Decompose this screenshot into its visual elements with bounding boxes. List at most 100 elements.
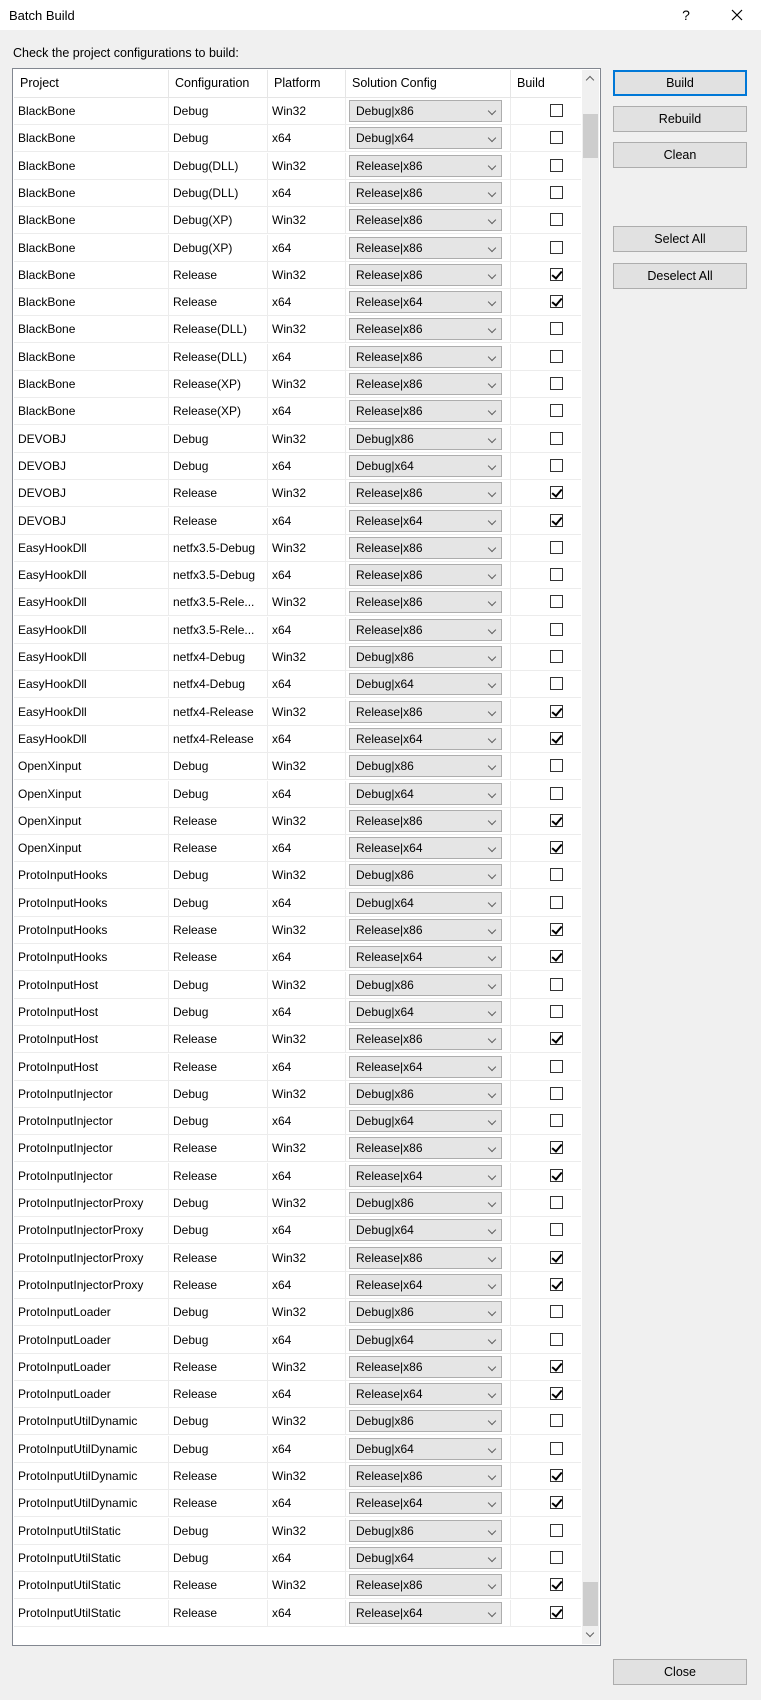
solution-config-dropdown[interactable]: Debug|x64 <box>349 1110 502 1133</box>
build-checkbox[interactable] <box>550 404 563 418</box>
solution-config-dropdown[interactable]: Debug|x64 <box>349 1328 502 1351</box>
table-row[interactable]: ProtoInputUtilDynamic Debug Win32 Debug|x86 <box>14 1408 581 1436</box>
table-row[interactable]: DEVOBJ Release x64 Release|x64 <box>14 507 581 535</box>
solution-config-dropdown[interactable]: Release|x64 <box>349 727 502 750</box>
table-row[interactable]: EasyHookDll netfx3.5-Debug Win32 Release|x8… <box>14 534 581 562</box>
build-checkbox[interactable] <box>550 731 563 745</box>
table-row[interactable]: OpenXinput Debug Win32 Debug|x86 <box>14 753 581 781</box>
table-row[interactable]: EasyHookDll netfx4-Debug x64 Debug|x64 <box>14 671 581 699</box>
table-row[interactable]: ProtoInputInjectorProxy Debug x64 Debug|x64 <box>14 1217 581 1245</box>
solution-config-dropdown[interactable]: Debug|x86 <box>349 1192 502 1214</box>
solution-config-dropdown[interactable]: Release|x64 <box>349 1055 502 1078</box>
table-row[interactable]: ProtoInputHost Debug x64 Debug|x64 <box>14 998 581 1026</box>
solution-config-dropdown[interactable]: Debug|x86 <box>349 1301 502 1324</box>
build-checkbox[interactable] <box>550 759 563 773</box>
solution-config-dropdown[interactable]: Release|x86 <box>349 1355 502 1378</box>
build-checkbox[interactable] <box>550 650 563 663</box>
build-checkbox[interactable] <box>550 1032 563 1046</box>
table-row[interactable]: ProtoInputHooks Debug x64 Debug|x64 <box>14 889 581 917</box>
table-row[interactable]: BlackBone Release(XP) Win32 Release|x86 <box>14 371 581 398</box>
build-checkbox[interactable] <box>550 1250 563 1264</box>
build-checkbox[interactable] <box>550 813 563 827</box>
table-row[interactable]: BlackBone Debug x64 Debug|x64 <box>14 125 581 153</box>
table-row[interactable]: ProtoInputUtilStatic Release Win32 Release|… <box>14 1572 581 1600</box>
build-checkbox[interactable] <box>550 677 563 691</box>
table-row[interactable]: ProtoInputUtilDynamic Release Win32 Release… <box>14 1463 581 1490</box>
table-row[interactable]: BlackBone Debug(DLL) Win32 Release|x86 <box>14 152 581 180</box>
table-row[interactable]: ProtoInputHost Debug Win32 Debug|x86 <box>14 971 581 999</box>
table-row[interactable]: ProtoInputUtilStatic Debug x64 Debug|x64 <box>14 1544 581 1572</box>
build-checkbox[interactable] <box>550 1523 563 1537</box>
table-row[interactable]: ProtoInputHooks Release x64 Release|x64 <box>14 944 581 972</box>
solution-config-dropdown[interactable]: Release|x64 <box>349 1273 502 1296</box>
build-checkbox[interactable] <box>550 841 563 855</box>
build-checkbox[interactable] <box>550 158 563 172</box>
table-row[interactable]: BlackBone Debug(XP) x64 Release|x86 <box>14 234 581 262</box>
build-checkbox[interactable] <box>550 950 563 964</box>
table-row[interactable]: EasyHookDll netfx4-Debug Win32 Debug|x86 <box>14 644 581 671</box>
select-all-button[interactable]: Select All <box>613 226 747 252</box>
build-checkbox[interactable] <box>550 1469 563 1482</box>
solution-config-dropdown[interactable]: Release|x86 <box>349 591 502 614</box>
column-header-platform[interactable]: Platform <box>268 70 346 97</box>
table-row[interactable]: ProtoInputInjector Debug Win32 Debug|x86 <box>14 1080 581 1108</box>
build-checkbox[interactable] <box>550 267 563 281</box>
build-checkbox[interactable] <box>550 1605 563 1619</box>
build-checkbox[interactable] <box>550 1414 563 1428</box>
solution-config-dropdown[interactable]: Debug|x86 <box>349 100 502 122</box>
build-checkbox[interactable] <box>550 1168 563 1182</box>
build-checkbox[interactable] <box>550 185 563 199</box>
table-row[interactable]: ProtoInputHooks Release Win32 Release|x86 <box>14 917 581 944</box>
solution-config-dropdown[interactable]: Debug|x86 <box>349 755 502 778</box>
solution-config-dropdown[interactable]: Debug|x86 <box>349 1519 502 1542</box>
solution-config-dropdown[interactable]: Release|x64 <box>349 1492 502 1515</box>
solution-config-dropdown[interactable]: Release|x86 <box>349 809 502 832</box>
solution-config-dropdown[interactable]: Release|x64 <box>349 509 502 532</box>
solution-config-dropdown[interactable]: Debug|x86 <box>349 427 502 450</box>
clean-button[interactable]: Clean <box>613 142 747 168</box>
build-checkbox[interactable] <box>550 104 563 117</box>
solution-config-dropdown[interactable]: Release|x86 <box>349 1574 502 1597</box>
solution-config-dropdown[interactable]: Release|x86 <box>349 318 502 341</box>
build-checkbox[interactable] <box>550 1059 563 1073</box>
solution-config-dropdown[interactable]: Release|x86 <box>349 154 502 177</box>
build-checkbox[interactable] <box>550 1004 563 1018</box>
solution-config-dropdown[interactable]: Release|x86 <box>349 345 502 368</box>
table-row[interactable]: EasyHookDll netfx4-Release Win32 Release|x8… <box>14 698 581 726</box>
column-header-configuration[interactable]: Configuration <box>169 70 268 97</box>
table-row[interactable]: BlackBone Release(DLL) x64 Release|x86 <box>14 343 581 371</box>
solution-config-dropdown[interactable]: Debug|x86 <box>349 864 502 887</box>
solution-config-dropdown[interactable]: Debug|x64 <box>349 1546 502 1569</box>
table-row[interactable]: ProtoInputUtilDynamic Debug x64 Debug|x64 <box>14 1435 581 1463</box>
solution-config-dropdown[interactable]: Release|x86 <box>349 618 502 641</box>
column-header-build[interactable]: Build <box>511 70 581 97</box>
solution-config-dropdown[interactable]: Release|x86 <box>349 263 502 286</box>
solution-config-dropdown[interactable]: Release|x86 <box>349 1246 502 1269</box>
solution-config-dropdown[interactable]: Release|x64 <box>349 291 502 314</box>
rebuild-button[interactable]: Rebuild <box>613 106 747 132</box>
solution-config-dropdown[interactable]: Release|x86 <box>349 181 502 204</box>
build-checkbox[interactable] <box>550 704 563 718</box>
build-checkbox[interactable] <box>550 1332 563 1346</box>
build-checkbox[interactable] <box>550 977 563 991</box>
table-row[interactable]: ProtoInputUtilStatic Release x64 Release|x6… <box>14 1599 581 1627</box>
table-row[interactable]: ProtoInputLoader Release x64 Release|x64 <box>14 1381 581 1409</box>
table-row[interactable]: DEVOBJ Debug x64 Debug|x64 <box>14 452 581 480</box>
solution-config-dropdown[interactable]: Release|x86 <box>349 1137 502 1160</box>
table-row[interactable]: EasyHookDll netfx3.5-Rele... x64 Release|x8… <box>14 616 581 644</box>
build-button[interactable]: Build <box>613 70 747 96</box>
build-checkbox[interactable] <box>550 295 563 309</box>
build-checkbox[interactable] <box>550 431 563 445</box>
column-header-project[interactable]: Project <box>14 70 169 97</box>
build-checkbox[interactable] <box>550 1223 563 1237</box>
table-row[interactable]: ProtoInputInjectorProxy Release Win32 Relea… <box>14 1244 581 1272</box>
table-row[interactable]: BlackBone Release Win32 Release|x86 <box>14 261 581 289</box>
solution-config-dropdown[interactable]: Release|x86 <box>349 400 502 423</box>
solution-config-dropdown[interactable]: Release|x64 <box>349 1383 502 1406</box>
table-row[interactable]: ProtoInputUtilDynamic Release x64 Release|x… <box>14 1490 581 1518</box>
table-row[interactable]: ProtoInputInjector Release x64 Release|x64 <box>14 1162 581 1190</box>
table-row[interactable]: ProtoInputInjectorProxy Release x64 Release… <box>14 1271 581 1299</box>
solution-config-dropdown[interactable]: Release|x86 <box>349 1028 502 1051</box>
table-row[interactable]: BlackBone Release(DLL) Win32 Release|x86 <box>14 316 581 344</box>
table-row[interactable]: BlackBone Debug Win32 Debug|x86 <box>14 98 581 125</box>
